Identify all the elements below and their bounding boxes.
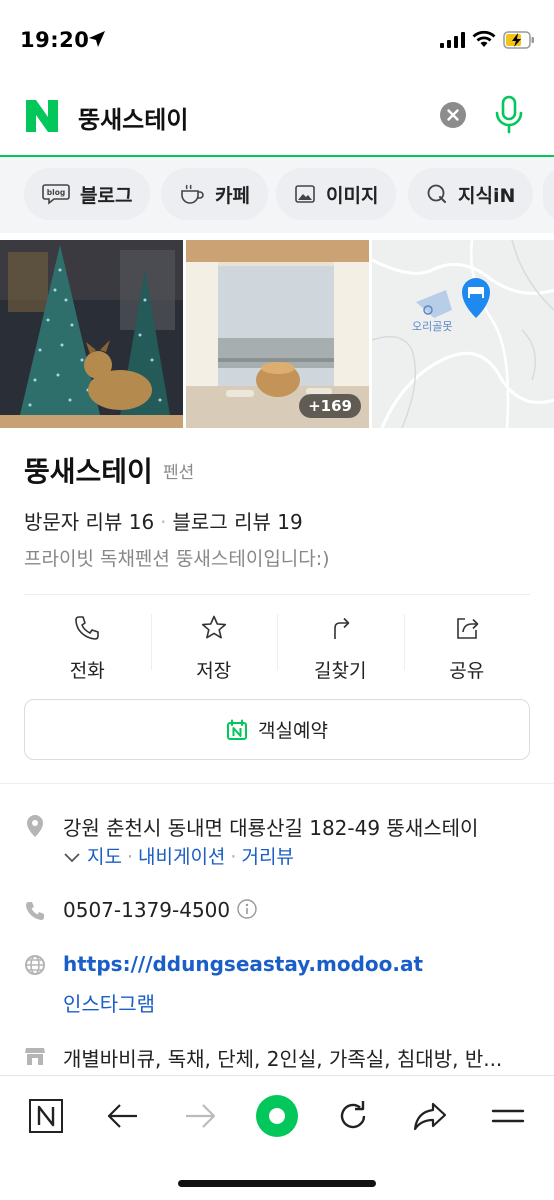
amenities-text[interactable]: 개별바비큐, 독채, 단체, 2인실, 가족실, 침대방, 반... <box>63 1043 502 1072</box>
action-row: 전화 저장 길찾기 공유 <box>24 600 530 686</box>
battery-charging-icon <box>503 31 535 53</box>
divider <box>24 594 530 595</box>
blog-review-link[interactable]: 블로그 리뷰 19 <box>173 510 303 534</box>
visitor-review-link[interactable]: 방문자 리뷰 16 <box>24 510 154 534</box>
chip-label: 이미지 <box>326 184 379 207</box>
section-divider <box>0 783 554 784</box>
chip-label: 블로그 <box>80 184 133 207</box>
save-button[interactable]: 저장 <box>150 600 278 686</box>
chip-label: 카페 <box>215 184 250 207</box>
streetview-link[interactable]: 거리뷰 <box>241 846 293 868</box>
status-bar: 19:20 <box>0 0 554 80</box>
phone-icon <box>24 900 46 927</box>
chip-cafe[interactable]: 카페 <box>161 168 268 220</box>
action-label: 길찾기 <box>314 660 367 682</box>
info-icon[interactable] <box>236 898 258 925</box>
action-label: 저장 <box>196 660 232 682</box>
navigation-link[interactable]: 내비게이션 <box>138 846 225 868</box>
forward-icon[interactable] <box>178 1094 222 1138</box>
home-indicator[interactable] <box>178 1180 376 1187</box>
naver-logo[interactable] <box>24 98 60 138</box>
image-icon <box>294 183 316 205</box>
photo-room-view[interactable]: +169 <box>186 240 369 428</box>
share-button[interactable]: 공유 <box>403 600 531 686</box>
chip-images[interactable]: 이미지 <box>276 168 397 220</box>
location-arrow-icon <box>88 30 106 52</box>
green-dot-icon[interactable] <box>255 1094 299 1138</box>
phone-icon <box>73 614 101 646</box>
photo-count-badge: +169 <box>299 394 361 418</box>
separator-dot: · <box>230 846 237 868</box>
search-input[interactable]: 뚱새스테이 <box>78 100 188 135</box>
review-counts: 방문자 리뷰 16 · 블로그 리뷰 19 <box>24 506 303 535</box>
star-icon <box>200 614 228 646</box>
phone-number[interactable]: 0507-1379-4500 <box>63 898 258 925</box>
share-icon <box>453 614 481 646</box>
globe-icon <box>24 954 46 981</box>
clear-icon[interactable] <box>439 101 467 133</box>
microphone-icon[interactable] <box>493 95 525 139</box>
map-thumbnail[interactable]: 오리골못 <box>372 240 554 428</box>
phone-number-text: 0507-1379-4500 <box>63 898 231 922</box>
instagram-link[interactable]: 인스타그램 <box>63 988 155 1017</box>
place-category: 펜션 <box>163 463 195 483</box>
back-icon[interactable] <box>101 1094 145 1138</box>
action-label: 공유 <box>449 660 485 682</box>
cup-icon <box>179 183 205 205</box>
separator-dot: · <box>160 510 167 534</box>
reload-icon[interactable] <box>331 1094 375 1138</box>
website-link[interactable]: https:///ddungseastay.modoo.at <box>63 952 423 976</box>
naver-home-icon[interactable] <box>24 1094 68 1138</box>
address-links: 지도 · 내비게이션 · 거리뷰 <box>63 842 294 869</box>
chip-more[interactable] <box>543 168 554 220</box>
svg-text:blog: blog <box>47 188 65 197</box>
wifi-icon <box>472 30 496 52</box>
photo-strip: +169 오리골못 <box>0 240 554 428</box>
menu-icon[interactable] <box>486 1094 530 1138</box>
search-q-icon <box>426 183 448 205</box>
photo-christmas-tree[interactable] <box>0 240 183 428</box>
chip-kin[interactable]: 지식iN <box>408 168 534 220</box>
naver-booking-icon <box>226 719 248 741</box>
pin-icon <box>24 814 46 843</box>
blog-icon: blog <box>42 183 70 205</box>
reservation-label: 객실예약 <box>258 720 328 742</box>
signal-icon <box>440 32 466 52</box>
call-button[interactable]: 전화 <box>24 600 151 686</box>
directions-icon <box>326 614 354 646</box>
search-category-chips: blog 블로그 카페 이미지 지식iN <box>0 157 554 233</box>
chip-blog[interactable]: blog 블로그 <box>24 168 151 220</box>
map-link[interactable]: 지도 <box>87 846 122 868</box>
store-icon <box>24 1045 46 1072</box>
share-arrow-icon[interactable] <box>408 1094 452 1138</box>
action-label: 전화 <box>69 660 105 682</box>
directions-button[interactable]: 길찾기 <box>277 600 404 686</box>
place-tagline: 프라이빗 독채펜션 뚱새스테이입니다:) <box>24 548 330 570</box>
map-place-label: 오리골못 <box>412 320 453 333</box>
separator-dot: · <box>126 846 134 868</box>
status-time: 19:20 <box>20 28 90 52</box>
room-reservation-button[interactable]: 객실예약 <box>24 699 530 760</box>
address-text[interactable]: 강원 춘천시 동내면 대룡산길 182-49 뚱새스테이 <box>63 812 478 841</box>
place-name[interactable]: 뚱새스테이 <box>24 450 153 490</box>
chip-label: 지식iN <box>458 184 516 207</box>
search-bar: 뚱새스테이 <box>0 80 554 157</box>
chevron-down-icon[interactable] <box>63 847 81 869</box>
